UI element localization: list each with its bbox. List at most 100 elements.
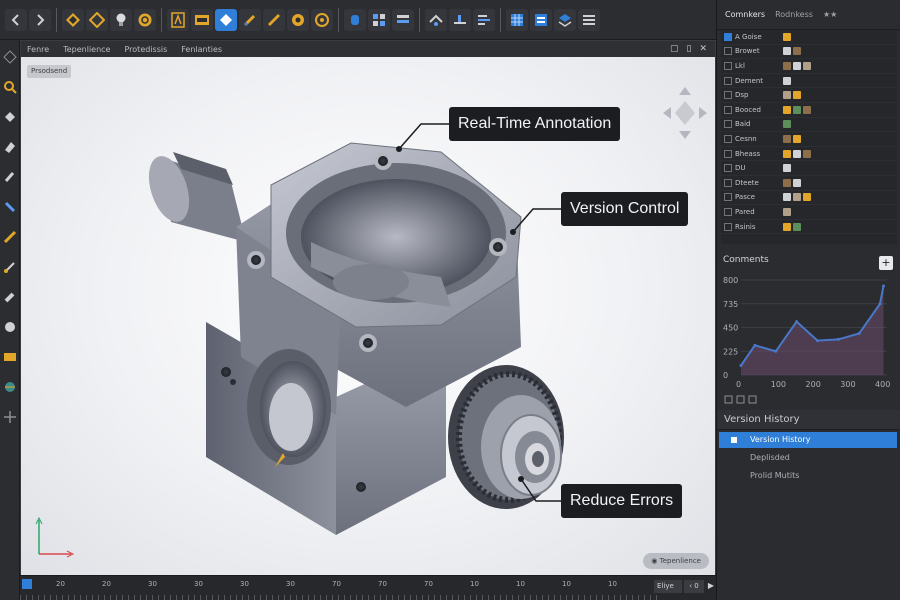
- play-icon[interactable]: ▶: [708, 581, 714, 590]
- move-tool-icon[interactable]: [2, 409, 18, 425]
- table-icon[interactable]: [530, 8, 552, 31]
- align-icon[interactable]: [449, 8, 471, 31]
- viewport-tab[interactable]: Fenre: [27, 45, 49, 54]
- timeline-marker[interactable]: [22, 579, 32, 589]
- measure-icon[interactable]: [425, 8, 447, 31]
- minimize-icon[interactable]: ▢: [670, 44, 679, 54]
- tree-row[interactable]: Lkl: [721, 59, 897, 74]
- tree-row-label: Rsinis: [735, 222, 756, 231]
- chart-x-tick-label: 100: [771, 380, 786, 389]
- tree-row-checkbox[interactable]: [724, 61, 732, 70]
- close-icon[interactable]: ✕: [699, 44, 707, 54]
- tree-row-checkbox[interactable]: [724, 32, 732, 41]
- coin-icon[interactable]: [134, 8, 156, 31]
- chart-point: [795, 320, 799, 324]
- add-button[interactable]: +: [879, 256, 893, 270]
- menu-icon[interactable]: [578, 8, 600, 31]
- version-item-label: Version History: [750, 435, 811, 444]
- chart-title: Conments: [723, 255, 769, 265]
- gear-icon[interactable]: [287, 8, 309, 31]
- viewport-tab[interactable]: Protedissis: [124, 45, 167, 54]
- diamond-icon[interactable]: [62, 8, 84, 31]
- grid-icon[interactable]: [368, 8, 390, 31]
- rotate-tool-icon[interactable]: [2, 109, 18, 125]
- 3d-viewport[interactable]: Prsodsend Real-Time Annotation Version C…: [21, 57, 715, 575]
- tree-row[interactable]: Cesnn: [721, 132, 897, 147]
- viewport-tab[interactable]: Tepenlience: [63, 45, 110, 54]
- chart-y-tick-label: 0: [723, 371, 728, 380]
- tree-row[interactable]: DU: [721, 161, 897, 176]
- target-icon[interactable]: [311, 8, 333, 31]
- tree-row-checkbox[interactable]: [724, 164, 732, 173]
- zoom-tool-icon[interactable]: [2, 79, 18, 95]
- tree-row-checkbox[interactable]: [724, 149, 732, 158]
- tree-row-checkbox[interactable]: [724, 105, 732, 114]
- tree-row-checkbox[interactable]: [724, 207, 732, 216]
- tree-row-label: Dteete: [735, 178, 759, 187]
- levels-icon[interactable]: [473, 8, 495, 31]
- brush-tool-icon[interactable]: [2, 259, 18, 275]
- marker-tool-icon[interactable]: [2, 289, 18, 305]
- restore-icon[interactable]: ▯: [687, 44, 692, 54]
- thumbnail-icon: [803, 149, 811, 158]
- ruler-icon[interactable]: [263, 8, 285, 31]
- version-history-item[interactable]: Prolid Mutits: [719, 468, 897, 484]
- version-history-item[interactable]: Version History: [719, 432, 897, 448]
- diamond-outline-icon[interactable]: [86, 8, 108, 31]
- pencil-icon[interactable]: [239, 8, 261, 31]
- tree-row-checkbox[interactable]: [724, 47, 732, 56]
- forward-icon[interactable]: [29, 8, 51, 31]
- select-tool-icon[interactable]: [2, 49, 18, 65]
- layers-tool-icon[interactable]: [2, 349, 18, 365]
- frame-stepper[interactable]: ‹ 0: [684, 580, 704, 593]
- paint-tool-icon[interactable]: [2, 169, 18, 185]
- tab-favorites[interactable]: ★★: [823, 10, 837, 19]
- sphere-tool-icon[interactable]: [2, 319, 18, 335]
- tree-row[interactable]: Rsinis: [721, 220, 897, 235]
- comments-chart-panel: Conments + 800 735 450 225 0 0 100 200 300 400: [717, 250, 900, 410]
- layers-icon[interactable]: [392, 8, 414, 31]
- tree-row[interactable]: Pasce: [721, 191, 897, 206]
- chart-point: [774, 349, 778, 353]
- tree-row-checkbox[interactable]: [724, 120, 732, 129]
- viewport-tab[interactable]: Fenlanties: [181, 45, 222, 54]
- view-mode-label: Tepenlience: [659, 557, 701, 565]
- pen-tool-icon[interactable]: [2, 229, 18, 245]
- tree-row-checkbox[interactable]: [724, 91, 732, 100]
- tree-row[interactable]: Browet: [721, 45, 897, 60]
- thumbnail-icon: [783, 105, 791, 114]
- film-icon[interactable]: [191, 8, 213, 31]
- lightbulb-icon[interactable]: [110, 8, 132, 31]
- chart-x-tick-label: 200: [806, 380, 821, 389]
- cylinder-icon[interactable]: [344, 8, 366, 31]
- back-icon[interactable]: [5, 8, 27, 31]
- tree-row-checkbox[interactable]: [724, 134, 732, 143]
- frame-field[interactable]: Eliye: [654, 580, 682, 593]
- text-frame-icon[interactable]: [167, 8, 189, 31]
- view-mode-chip[interactable]: ◉ Tepenlience: [643, 553, 709, 569]
- blue-diamond-icon[interactable]: [215, 8, 237, 31]
- tree-row[interactable]: Pared: [721, 205, 897, 220]
- chart-x-tick-label: 300: [840, 380, 855, 389]
- chart-y-tick-label: 800: [723, 276, 738, 285]
- tab-comments[interactable]: Comnkers: [725, 10, 765, 19]
- tree-row[interactable]: Baid: [721, 118, 897, 133]
- tree-row[interactable]: Booced: [721, 103, 897, 118]
- timeline-bar[interactable]: 20 20 30 30 30 30 70 70 70 10 10 10 10 Eliye ‹ 0 ▶: [20, 575, 716, 600]
- tree-row[interactable]: A Goise: [721, 30, 897, 45]
- tree-row-checkbox[interactable]: [724, 178, 732, 187]
- eraser-tool-icon[interactable]: [2, 139, 18, 155]
- tree-row-checkbox[interactable]: [724, 193, 732, 202]
- version-history-item[interactable]: Deplisded: [719, 450, 897, 466]
- tab-properties[interactable]: Rodnkess: [775, 10, 813, 19]
- tree-row[interactable]: Dsp: [721, 88, 897, 103]
- tree-row[interactable]: Dement: [721, 74, 897, 89]
- stack-icon[interactable]: [554, 8, 576, 31]
- globe-tool-icon[interactable]: [2, 379, 18, 395]
- tree-row-checkbox[interactable]: [724, 76, 732, 85]
- fill-tool-icon[interactable]: [2, 199, 18, 215]
- tree-row[interactable]: Bheass: [721, 147, 897, 162]
- tree-row-checkbox[interactable]: [724, 222, 732, 231]
- tree-row[interactable]: Dteete: [721, 176, 897, 191]
- grid-blue-icon[interactable]: [506, 8, 528, 31]
